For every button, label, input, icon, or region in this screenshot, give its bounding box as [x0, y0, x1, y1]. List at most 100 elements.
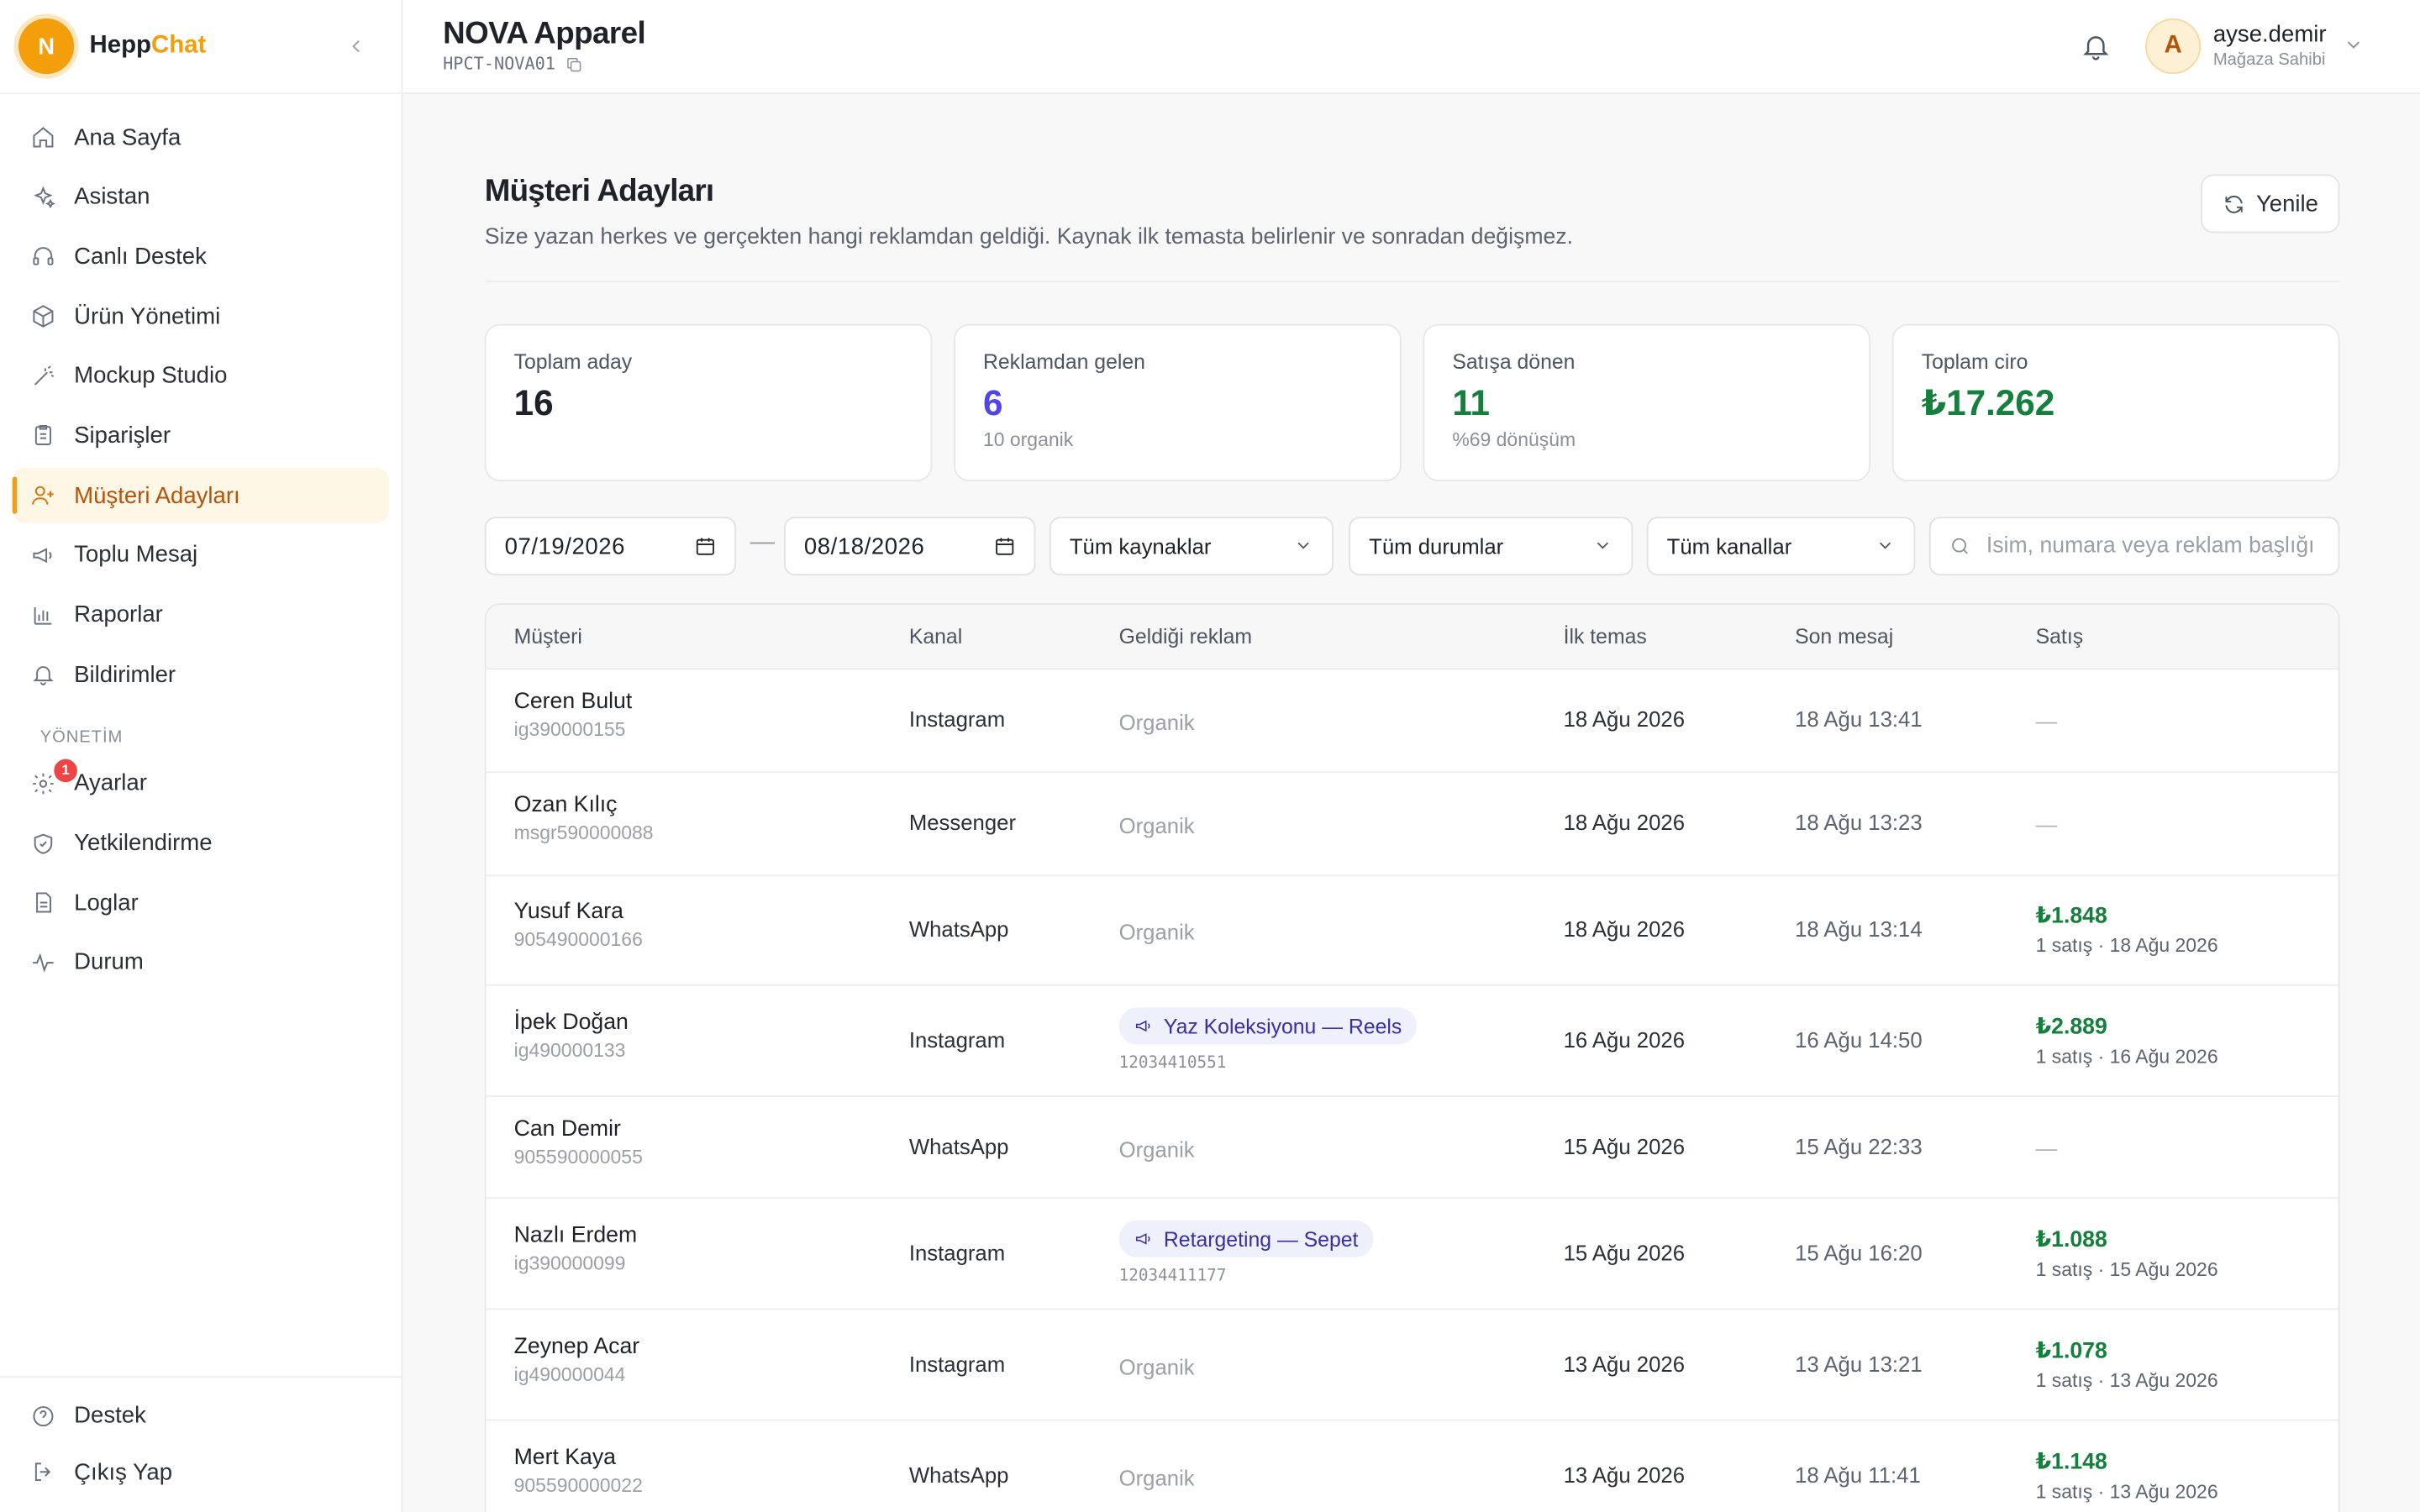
- shield-check-icon: [34, 832, 53, 853]
- search-box[interactable]: [1928, 517, 2340, 576]
- stat-label: Reklamdan gelen: [982, 349, 1145, 374]
- sidebar-item-label: Ürün Yönetimi: [74, 303, 221, 330]
- status-select[interactable]: Tüm durumlar: [1349, 517, 1634, 576]
- sidebar-item-label: Loglar: [74, 890, 139, 916]
- date-range-separator: —: [750, 528, 776, 556]
- sidebar-item-yetkilendirme[interactable]: Yetkilendirme: [13, 816, 389, 871]
- channel-select[interactable]: Tüm kanallar: [1646, 517, 1916, 576]
- customer-name[interactable]: Ceren Bulut: [514, 690, 633, 714]
- bell-icon: [33, 666, 54, 686]
- calendar-icon[interactable]: [695, 535, 717, 563]
- sidebar-item-durum[interactable]: Durum: [13, 935, 389, 990]
- table-row[interactable]: Yusuf Kara 905490000166 WhatsApp Organik…: [486, 876, 2338, 986]
- collapse-sidebar-button[interactable]: [343, 33, 371, 60]
- customer-name[interactable]: Mert Kaya: [514, 1446, 643, 1470]
- avatar[interactable]: A: [2145, 18, 2202, 75]
- clipboard-icon: [34, 425, 51, 446]
- ad-cell: Yaz Koleksiyonu — Reels 12034410551: [1118, 1007, 1418, 1073]
- user-menu-toggle[interactable]: [2343, 34, 2365, 63]
- page-title: Müşteri Adayları: [484, 174, 714, 208]
- customer-name[interactable]: Yusuf Kara: [514, 900, 643, 924]
- sidebar-item-loglar[interactable]: Loglar: [13, 875, 389, 931]
- sale-cell: ₺1.078 1 satış · 13 Ağu 2026: [2036, 1339, 2218, 1391]
- ad-badge[interactable]: Retargeting — Sepet: [1118, 1220, 1374, 1257]
- sidebar-item-musteri-adaylari[interactable]: Müşteri Adayları: [12, 467, 389, 523]
- sale-amount: ₺2.889: [2035, 1015, 2107, 1040]
- channel-select-value: Tüm kanallar: [1666, 533, 1792, 559]
- sidebar-item-label: Canlı Destek: [74, 243, 207, 270]
- sale-amount: ₺1.848: [2035, 904, 2107, 929]
- column-header-satis[interactable]: Satış: [2036, 625, 2084, 648]
- refresh-icon: [2225, 195, 2243, 213]
- sidebar-item-urun-yonetimi[interactable]: Ürün Yönetimi: [13, 289, 389, 344]
- sidebar-item-siparisler[interactable]: Siparişler: [13, 408, 389, 464]
- sidebar-item-cikis-yap[interactable]: Çıkış Yap: [13, 1446, 389, 1499]
- calendar-icon[interactable]: [994, 535, 1016, 563]
- sidebar-item-asistan[interactable]: Asistan: [13, 169, 389, 224]
- date-to-input[interactable]: 08/18/2026: [784, 517, 1036, 576]
- sidebar-item-label: Bildirimler: [74, 661, 176, 688]
- customer-name[interactable]: Nazlı Erdem: [514, 1224, 638, 1248]
- first-contact-cell: 15 Ağu 2026: [1563, 1133, 1686, 1159]
- customer-name[interactable]: Can Demir: [514, 1117, 643, 1142]
- column-header-ilk-temas[interactable]: İlk temas: [1564, 625, 1647, 648]
- sale-amount: ₺1.088: [2035, 1228, 2107, 1253]
- ad-title: Retargeting — Sepet: [1163, 1227, 1359, 1251]
- user-name[interactable]: ayse.demir: [2213, 22, 2327, 48]
- user-role: Mağaza Sahibi: [2212, 50, 2326, 70]
- table-row[interactable]: Mert Kaya 905590000022 WhatsApp Organik …: [487, 1421, 2338, 1512]
- table-row[interactable]: Ceren Bulut ig390000155 Instagram Organi…: [486, 669, 2338, 774]
- sidebar-item-toplu-mesaj[interactable]: Toplu Mesaj: [13, 528, 389, 583]
- column-header-reklam[interactable]: Geldiği reklam: [1119, 625, 1252, 648]
- table-row[interactable]: Zeynep Acar ig490000044 Instagram Organi…: [486, 1310, 2338, 1421]
- customer-handle: 905590000055: [513, 1146, 643, 1168]
- divider: [484, 281, 2340, 283]
- store-code-text: HPCT-NOVA01: [443, 54, 555, 75]
- customer-cell: Ceren Bulut ig390000155: [514, 690, 633, 741]
- source-select[interactable]: Tüm kaynaklar: [1049, 517, 1334, 576]
- sale-cell: ₺2.889 1 satış · 16 Ağu 2026: [2036, 1016, 2218, 1068]
- ad-cell: Organik: [1118, 1465, 1195, 1491]
- copy-icon[interactable]: [565, 55, 583, 73]
- customer-handle: ig490000044: [513, 1363, 626, 1386]
- customer-name[interactable]: İpek Doğan: [514, 1011, 629, 1035]
- customer-handle: ig490000133: [513, 1039, 626, 1062]
- column-header-musteri[interactable]: Müşteri: [514, 625, 582, 648]
- customer-name[interactable]: Ozan Kılıç: [514, 793, 654, 817]
- customer-cell: Zeynep Acar ig490000044: [514, 1335, 640, 1386]
- ad-badge[interactable]: Yaz Koleksiyonu — Reels: [1118, 1007, 1418, 1045]
- sidebar-item-ana-sayfa[interactable]: Ana Sayfa: [13, 109, 389, 165]
- megaphone-icon: [1135, 1020, 1150, 1032]
- sidebar-item-bildirimler[interactable]: Bildirimler: [13, 647, 389, 702]
- sale-detail: 1 satış · 13 Ağu 2026: [2035, 1481, 2218, 1503]
- sidebar-item-destek[interactable]: Destek: [13, 1389, 389, 1441]
- sidebar-item-mockup-studio[interactable]: Mockup Studio: [13, 349, 389, 404]
- date-from-value: 07/19/2026: [504, 533, 626, 559]
- table-row[interactable]: Nazlı Erdem ig390000099 Instagram Retarg…: [486, 1199, 2338, 1310]
- customer-cell: Nazlı Erdem ig390000099: [514, 1224, 638, 1275]
- column-header-son-mesaj[interactable]: Son mesaj: [1795, 625, 1893, 648]
- ad-title: Yaz Koleksiyonu — Reels: [1163, 1014, 1402, 1038]
- sidebar-item-label: Mockup Studio: [74, 363, 228, 390]
- brand[interactable]: N HeppChat: [0, 0, 402, 95]
- date-from-input[interactable]: 07/19/2026: [484, 517, 737, 576]
- search-input[interactable]: [1986, 533, 2320, 559]
- sale-cell: ₺1.148 1 satış · 13 Ağu 2026: [2036, 1450, 2218, 1502]
- refresh-label: Yenile: [2255, 190, 2319, 218]
- column-header-kanal[interactable]: Kanal: [909, 625, 962, 648]
- customer-name[interactable]: Zeynep Acar: [514, 1335, 640, 1359]
- sidebar-item-raporlar[interactable]: Raporlar: [13, 587, 389, 643]
- last-message-cell: 15 Ağu 22:33: [1795, 1133, 1923, 1159]
- customer-cell: Can Demir 905590000055: [514, 1117, 643, 1168]
- notifications-button[interactable]: [2081, 31, 2112, 62]
- table-row[interactable]: Ozan Kılıç msgr590000088 Messenger Organ…: [486, 773, 2338, 877]
- table-row[interactable]: İpek Doğan ig490000133 Instagram Yaz Kol…: [486, 986, 2338, 1097]
- refresh-button[interactable]: Yenile: [2201, 174, 2340, 234]
- sidebar-item-canli-destek[interactable]: Canlı Destek: [13, 229, 389, 285]
- stat-value: ₺17.262: [1921, 382, 2055, 423]
- stat-label: Toplam aday: [513, 349, 633, 374]
- stats-row: Toplam aday 16 Reklamdan gelen 6 10 orga…: [484, 323, 2340, 482]
- sidebar-item-ayarlar[interactable]: 1 Ayarlar: [13, 756, 389, 811]
- table-row[interactable]: Can Demir 905590000055 WhatsApp Organik …: [486, 1097, 2338, 1200]
- activity-icon: [33, 953, 54, 973]
